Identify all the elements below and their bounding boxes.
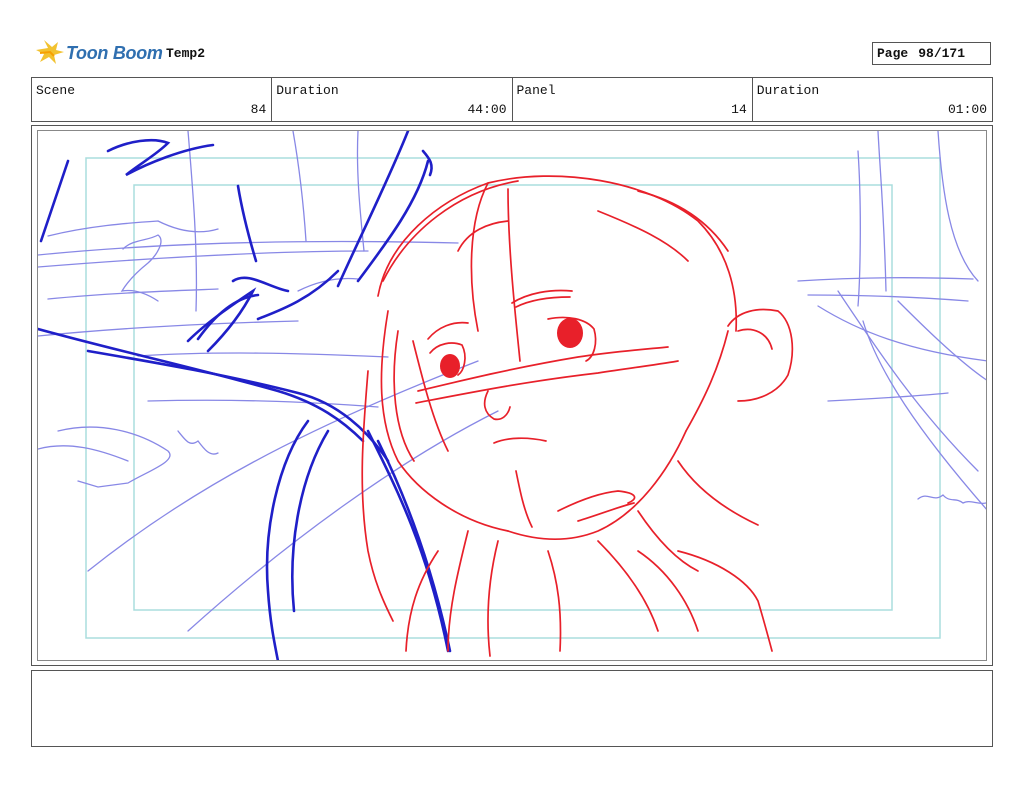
scene-duration-cell: Duration 44:00 [272, 78, 513, 121]
panel-cell: Panel 14 [513, 78, 753, 121]
page-number: 98/171 [918, 46, 966, 61]
panel-duration-label: Duration [756, 83, 820, 98]
toon-boom-logo: Toon Boom [34, 38, 164, 68]
page-counter: Page 98/171 [872, 42, 991, 65]
storyboard-panel-frame [31, 125, 993, 666]
scene-value: 84 [250, 102, 267, 117]
scene-duration-value: 44:00 [467, 102, 507, 117]
scene-label: Scene [36, 83, 76, 98]
panel-notes [31, 670, 993, 747]
action-safe-frame [133, 184, 893, 611]
panel-duration-value: 01:00 [947, 102, 987, 117]
left-eye [440, 354, 460, 378]
background-sketch [38, 131, 986, 632]
scene-cell: Scene 84 [32, 78, 273, 121]
page-label: Page [877, 46, 909, 61]
scene-info-table: Scene 84 Duration 44:00 Panel 14 Duratio… [31, 77, 993, 122]
panel-value: 14 [731, 102, 747, 117]
panel-label: Panel [516, 83, 556, 98]
character-sketch [361, 175, 794, 657]
foreground-rough-strokes [38, 131, 452, 660]
storyboard-panel [37, 130, 987, 661]
starburst-icon [36, 40, 64, 64]
panel-sketch [38, 131, 986, 660]
scene-duration-label: Duration [276, 83, 339, 98]
panel-duration-cell: Duration 01:00 [753, 78, 992, 121]
logo-text: Toon Boom [66, 43, 163, 63]
project-name: Temp2 [166, 46, 206, 61]
right-eye [557, 318, 583, 348]
